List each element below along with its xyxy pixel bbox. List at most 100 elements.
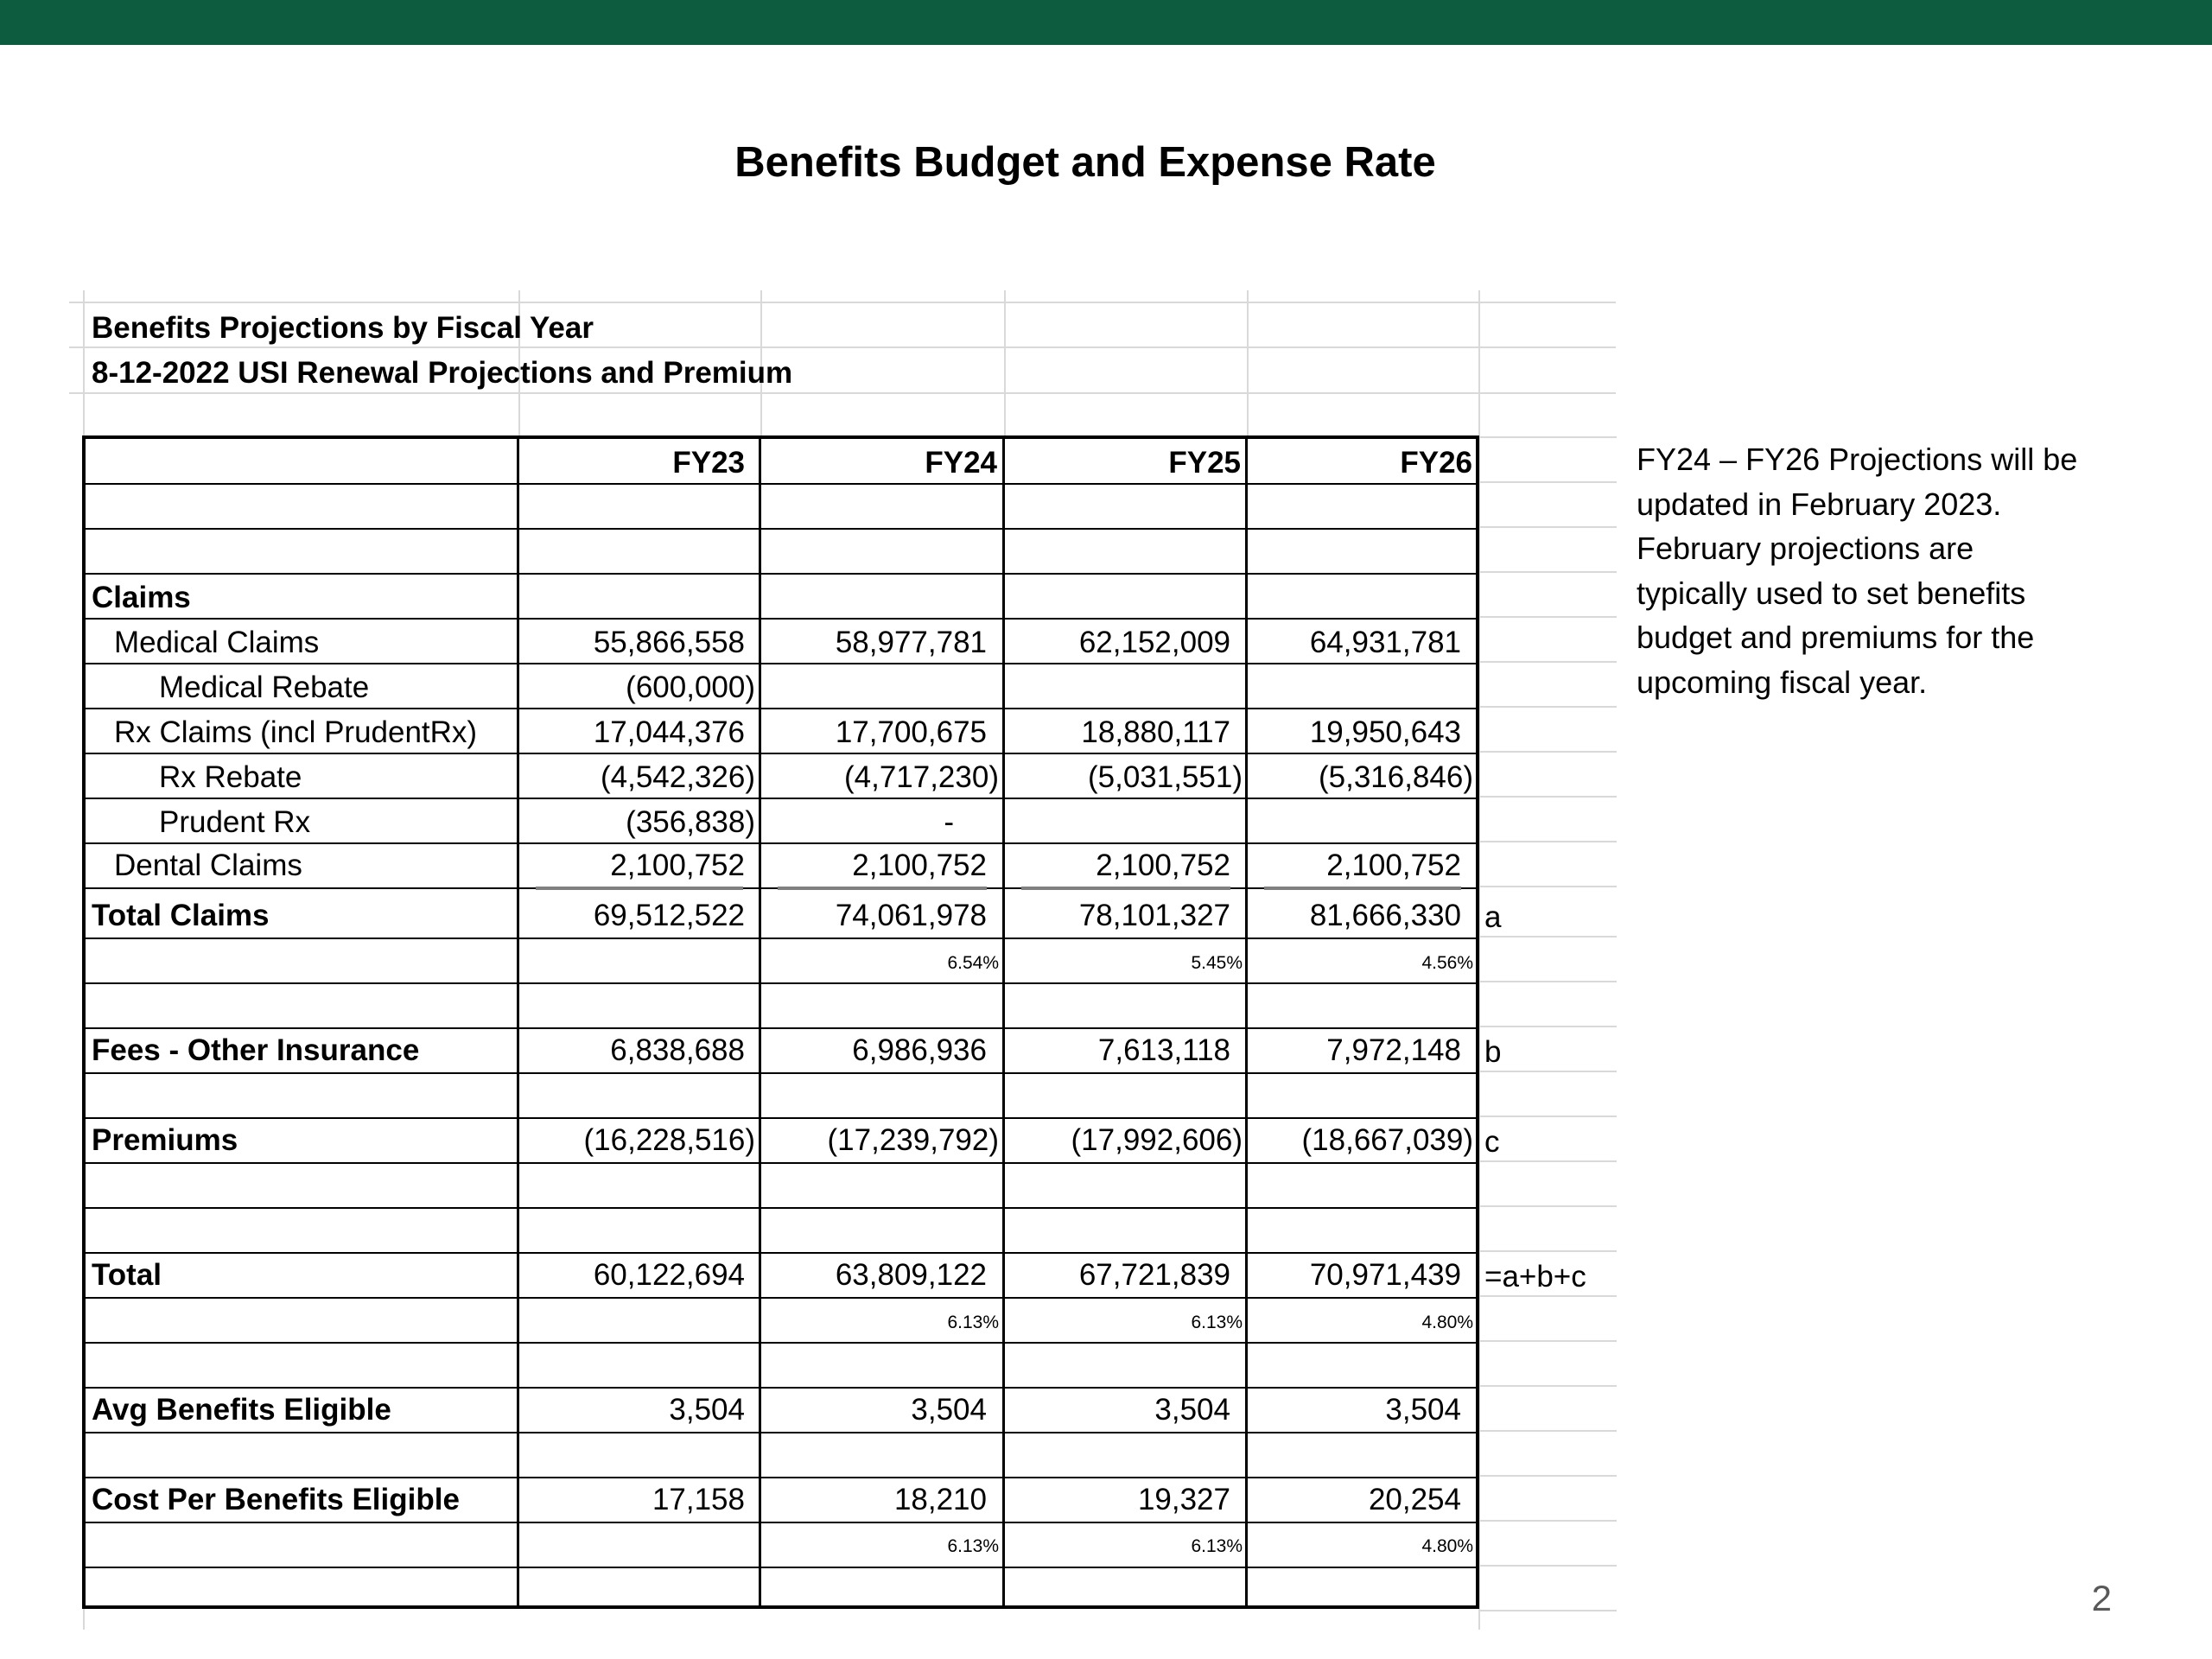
row-line xyxy=(82,798,1478,799)
row-line xyxy=(82,1522,1478,1523)
row-line xyxy=(82,1252,1478,1254)
cell-value: (17,992,606) xyxy=(1071,1123,1243,1157)
cell-value: 6,986,936 xyxy=(852,1033,987,1067)
cell-value: 64,931,781 xyxy=(1309,626,1461,659)
cell-value: (356,838) xyxy=(626,805,755,839)
cell-value: 3,504 xyxy=(669,1393,745,1427)
section-label-claims: Claims xyxy=(92,581,191,614)
cell-value: 58,977,781 xyxy=(835,626,987,659)
cell-value: 55,866,558 xyxy=(593,626,745,659)
row-line xyxy=(82,1027,1478,1029)
cell-value: 7,972,148 xyxy=(1326,1033,1461,1067)
growth-percent: 5.45% xyxy=(1191,953,1243,973)
gridline xyxy=(1478,936,1617,938)
cell-value: 20,254 xyxy=(1368,1483,1461,1516)
cell-value: 3,504 xyxy=(1385,1393,1461,1427)
gridline xyxy=(1004,290,1006,437)
gridline xyxy=(1478,751,1617,753)
row-label-total-claims: Total Claims xyxy=(92,899,270,932)
gridline xyxy=(1478,1250,1617,1252)
cell-value: 69,512,522 xyxy=(593,899,745,932)
row-line xyxy=(82,618,1478,620)
cell-value: 2,100,752 xyxy=(852,849,987,882)
row-label: Dental Claims xyxy=(114,849,302,882)
growth-percent: 4.56% xyxy=(1421,953,1473,973)
projection-note: FY24 – FY26 Projections will be updated … xyxy=(1637,437,2155,704)
note-line: FY24 – FY26 Projections will be xyxy=(1637,442,2078,477)
row-line xyxy=(82,1567,1478,1568)
gridline xyxy=(1478,796,1617,798)
sheet-heading: Benefits Projections by Fiscal Year xyxy=(92,311,594,345)
row-line xyxy=(82,982,1478,984)
note-line: budget and premiums for the xyxy=(1637,620,2035,655)
growth-percent: 6.13% xyxy=(1191,1536,1243,1556)
sum-underline xyxy=(778,887,987,890)
gridline xyxy=(1478,1385,1617,1387)
gridline xyxy=(1478,571,1617,573)
gridline xyxy=(1478,1295,1617,1297)
cell-value: 18,210 xyxy=(893,1483,987,1516)
row-line xyxy=(82,663,1478,664)
cell-value: 2,100,752 xyxy=(1096,849,1230,882)
growth-percent: 6.13% xyxy=(1191,1313,1243,1332)
row-line xyxy=(82,1117,1478,1119)
growth-percent: 4.80% xyxy=(1421,1536,1473,1556)
gridline xyxy=(1478,616,1617,618)
cell-value: 60,122,694 xyxy=(593,1258,745,1292)
cell-value: 81,666,330 xyxy=(1309,899,1461,932)
formula-note: b xyxy=(1484,1035,1502,1069)
column-header-fy23: FY23 xyxy=(672,446,745,480)
sheet-subheading: 8-12-2022 USI Renewal Projections and Pr… xyxy=(92,356,793,390)
row-label-cost-per-eligible: Cost Per Benefits Eligible xyxy=(92,1483,460,1516)
gridline xyxy=(1478,841,1617,842)
row-label: Rx Rebate xyxy=(159,760,302,794)
cell-value: 17,700,675 xyxy=(835,715,987,749)
gridline xyxy=(1478,661,1617,663)
gridline xyxy=(69,392,1616,394)
cell-value: (4,542,326) xyxy=(600,760,755,794)
cell-value: 62,152,009 xyxy=(1078,626,1230,659)
row-label: Prudent Rx xyxy=(159,805,311,839)
cell-value: 19,327 xyxy=(1137,1483,1230,1516)
cell-value: 6,838,688 xyxy=(610,1033,745,1067)
formula-note: =a+b+c xyxy=(1484,1260,1586,1294)
sum-underline xyxy=(1264,887,1461,890)
cell-value: (5,316,846) xyxy=(1318,760,1473,794)
cell-value: (4,717,230) xyxy=(843,760,999,794)
gridline xyxy=(1478,1565,1617,1567)
cell-value: 74,061,978 xyxy=(835,899,987,932)
column-header-fy26: FY26 xyxy=(1400,446,1472,480)
cell-value: 17,158 xyxy=(652,1483,745,1516)
gridline xyxy=(1478,1160,1617,1162)
row-line xyxy=(82,1387,1478,1389)
formula-note: c xyxy=(1484,1125,1500,1159)
cell-value: 78,101,327 xyxy=(1078,899,1230,932)
row-label: Medical Claims xyxy=(114,626,320,659)
cell-value: 18,880,117 xyxy=(1081,715,1230,749)
row-label-total: Total xyxy=(92,1258,162,1292)
page-number: 2 xyxy=(2091,1578,2112,1618)
cell-value: 67,721,839 xyxy=(1078,1258,1230,1292)
cell-value: - xyxy=(944,805,954,839)
row-label-fees: Fees - Other Insurance xyxy=(92,1033,420,1067)
gridline xyxy=(69,346,1616,348)
gridline xyxy=(1478,981,1617,982)
growth-percent: 4.80% xyxy=(1421,1313,1473,1332)
gridline xyxy=(1478,481,1617,483)
row-line xyxy=(82,1342,1478,1344)
note-line: typically used to set benefits xyxy=(1637,575,2026,611)
cell-value: (17,239,792) xyxy=(827,1123,999,1157)
column-header-fy24: FY24 xyxy=(925,446,997,480)
cell-value: 3,504 xyxy=(1154,1393,1230,1427)
table-border xyxy=(82,1605,1478,1609)
gridline xyxy=(1478,1475,1617,1477)
cell-value: 7,613,118 xyxy=(1097,1033,1230,1067)
row-line xyxy=(82,1162,1478,1164)
growth-percent: 6.13% xyxy=(947,1536,999,1556)
row-line xyxy=(82,753,1478,754)
gridline xyxy=(1478,1071,1617,1072)
growth-percent: 6.13% xyxy=(947,1313,999,1332)
gridline xyxy=(1478,436,1617,438)
spreadsheet: Benefits Projections by Fiscal Year 8-12… xyxy=(0,0,2212,1659)
gridline xyxy=(1478,706,1617,708)
